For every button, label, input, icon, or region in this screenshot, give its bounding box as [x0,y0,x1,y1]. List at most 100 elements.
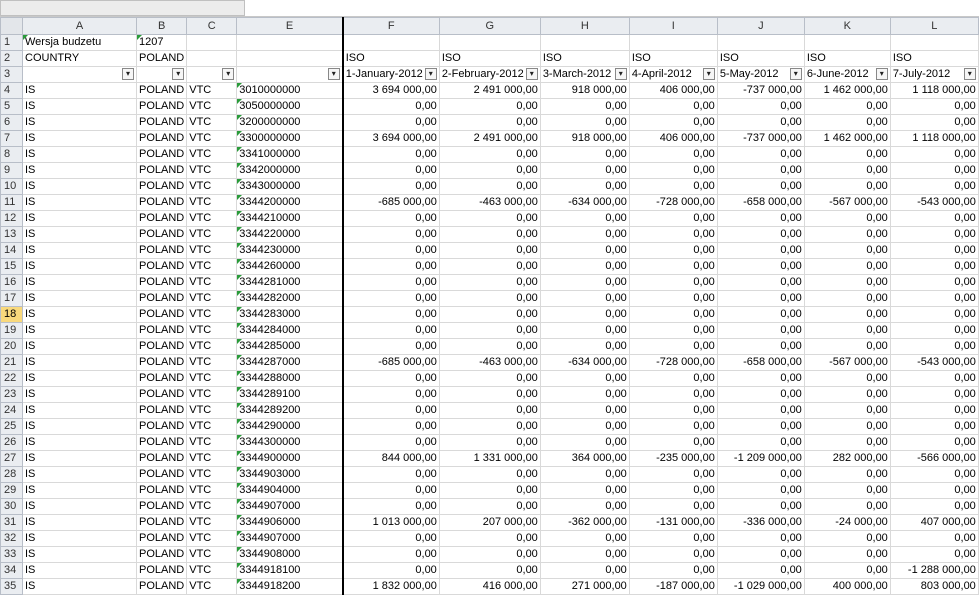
cell-value[interactable]: 0,00 [803,370,891,387]
cell-value[interactable]: 0,00 [539,402,630,419]
cell-value[interactable]: 0,00 [716,146,805,163]
cell-value[interactable]: 0,00 [716,162,805,179]
cell-value[interactable]: 0,00 [342,322,440,339]
cell-value[interactable]: 0,00 [803,530,891,547]
cell-value[interactable]: -1 209 000,00 [716,450,805,467]
cell-type[interactable]: VTC [186,130,238,147]
row-header[interactable]: 25 [0,418,23,435]
column-header-a[interactable]: A [22,17,137,35]
cell-country[interactable]: POLAND [135,370,188,387]
cell-value[interactable]: 0,00 [889,402,979,419]
cell-value[interactable]: 918 000,00 [539,82,630,99]
cell-type[interactable]: VTC [186,402,238,419]
cell-account[interactable]: 3344907000 [236,530,344,547]
cell-type[interactable]: VTC [186,178,238,195]
dropdown-arrow-icon[interactable]: ▾ [327,68,340,80]
cell-value[interactable]: 0,00 [438,386,541,403]
cell-value[interactable]: -1 029 000,00 [716,578,805,595]
cell-account[interactable]: 3344200000 [236,194,344,211]
cell-value[interactable]: 0,00 [438,162,541,179]
cell-type[interactable]: VTC [186,226,238,243]
cell-value[interactable]: 0,00 [539,530,630,547]
cell-value[interactable]: 406 000,00 [628,82,718,99]
cell[interactable] [236,34,344,51]
dropdown-arrow-icon[interactable]: ▾ [963,68,976,80]
iso-label[interactable]: ISO [889,50,979,67]
cell-value[interactable]: 0,00 [889,114,979,131]
cell-value[interactable]: 0,00 [803,498,891,515]
cell-account[interactable]: 3344220000 [236,226,344,243]
cell[interactable] [628,34,718,51]
cell-type[interactable]: VTC [186,338,238,355]
row-header[interactable]: 26 [0,434,23,451]
row-header[interactable]: 33 [0,546,23,563]
cell-account[interactable]: 3343000000 [236,178,344,195]
column-header-c[interactable]: C [186,17,238,35]
cell-value[interactable]: 0,00 [628,482,718,499]
cell-country[interactable]: POLAND [135,82,188,99]
cell-value[interactable]: 0,00 [716,226,805,243]
cell-account[interactable]: 3344287000 [236,354,344,371]
cell-value[interactable]: 0,00 [342,498,440,515]
cell-account[interactable]: 3344288000 [236,370,344,387]
cell-value[interactable]: 282 000,00 [803,450,891,467]
cell-value[interactable]: 0,00 [628,258,718,275]
cell-value[interactable]: 0,00 [803,146,891,163]
cell-value[interactable]: 0,00 [628,386,718,403]
cell-value[interactable]: 1 462 000,00 [803,82,891,99]
cell-value[interactable]: 918 000,00 [539,130,630,147]
cell-value[interactable]: 0,00 [628,562,718,579]
cell-account[interactable]: 3300000000 [236,130,344,147]
cell-value[interactable]: 0,00 [628,370,718,387]
cell-value[interactable]: 0,00 [889,290,979,307]
cell-value[interactable]: 0,00 [342,178,440,195]
cell-value[interactable]: 0,00 [628,114,718,131]
row-header[interactable]: 6 [0,114,23,131]
cell-value[interactable]: 803 000,00 [889,578,979,595]
column-header-g[interactable]: G [438,17,541,35]
cell-value[interactable]: -685 000,00 [342,354,440,371]
cell-value[interactable]: 0,00 [342,546,440,563]
cell-value[interactable]: -463 000,00 [438,354,541,371]
iso-label[interactable]: ISO [539,50,630,67]
cell-value[interactable]: 0,00 [539,322,630,339]
cell-value[interactable]: 0,00 [889,210,979,227]
dropdown-arrow-icon[interactable]: ▾ [172,68,185,80]
cell-value[interactable]: 0,00 [342,274,440,291]
row-header[interactable]: 10 [0,178,23,195]
cell-account[interactable]: 3344284000 [236,322,344,339]
cell-value[interactable]: 1 331 000,00 [438,450,541,467]
cell-value[interactable]: 0,00 [342,418,440,435]
cell-value[interactable]: 0,00 [438,418,541,435]
cell-value[interactable]: 0,00 [438,322,541,339]
cell-country[interactable]: POLAND [135,290,188,307]
cell-value[interactable]: 0,00 [438,226,541,243]
row-header[interactable]: 1 [0,34,23,51]
cell-account[interactable]: 3344230000 [236,242,344,259]
cell-value[interactable]: 271 000,00 [539,578,630,595]
cell-country-code[interactable]: IS [22,370,137,387]
cell-value[interactable]: 1 013 000,00 [342,514,440,531]
cell-value[interactable]: -463 000,00 [438,194,541,211]
cell-value[interactable]: 0,00 [716,546,805,563]
cell-value[interactable]: 0,00 [539,162,630,179]
budget-version-label[interactable]: Wersja budzetu [22,34,137,51]
cell-value[interactable]: 0,00 [438,546,541,563]
cell-value[interactable]: -658 000,00 [716,194,805,211]
cell[interactable] [186,50,238,67]
cell-value[interactable]: 0,00 [889,226,979,243]
cell-account[interactable]: 3200000000 [236,114,344,131]
cell-value[interactable]: 0,00 [803,226,891,243]
cell-country-code[interactable]: IS [22,210,137,227]
cell-value[interactable]: 0,00 [716,386,805,403]
cell-value[interactable]: 0,00 [438,146,541,163]
cell-value[interactable]: -737 000,00 [716,82,805,99]
country-value[interactable]: POLAND [135,50,188,67]
cell-account[interactable]: 3344918100 [236,562,344,579]
column-header-i[interactable]: I [628,17,718,35]
cell-value[interactable]: 0,00 [342,146,440,163]
cell-value[interactable]: 0,00 [716,274,805,291]
cell-value[interactable]: 0,00 [716,210,805,227]
cell-country-code[interactable]: IS [22,514,137,531]
cell-value[interactable]: 0,00 [803,242,891,259]
